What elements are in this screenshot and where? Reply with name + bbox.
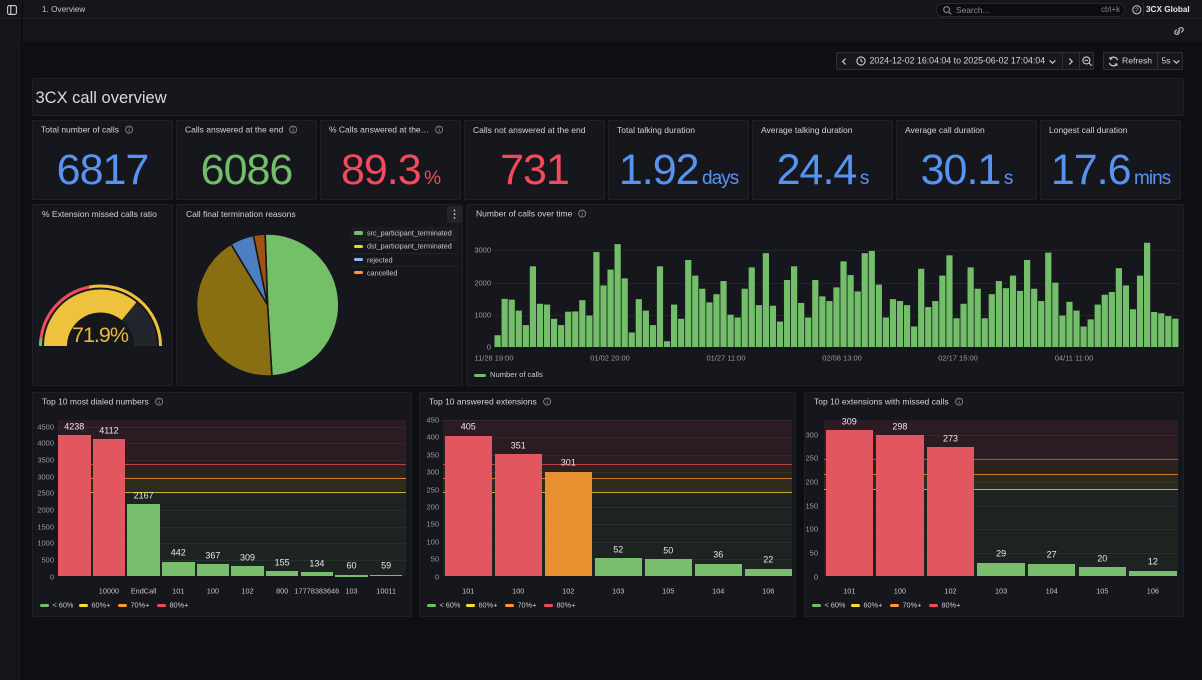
- svg-text:?: ?: [1135, 7, 1139, 14]
- svg-text:71.9%: 71.9%: [72, 323, 129, 347]
